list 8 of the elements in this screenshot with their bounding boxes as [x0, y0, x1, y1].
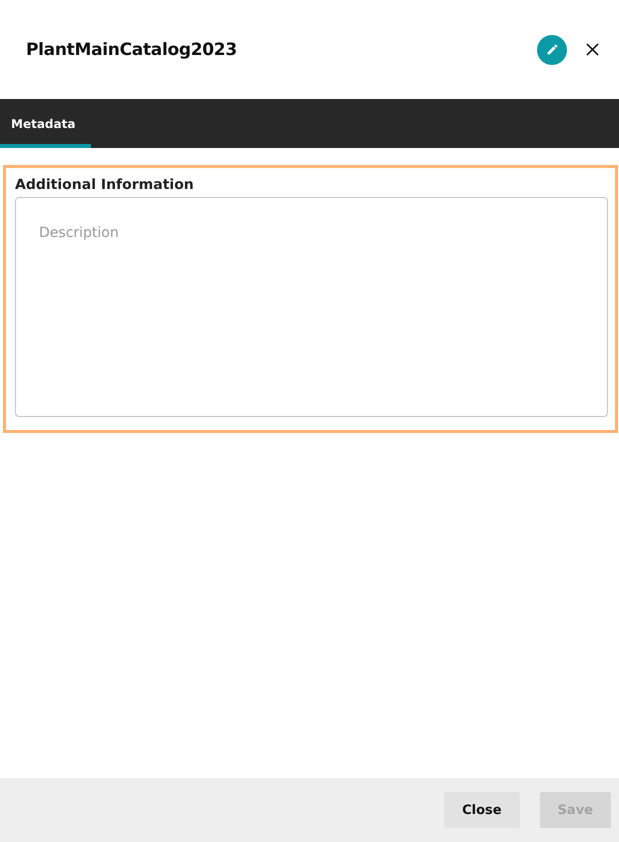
- edit-button[interactable]: [537, 34, 567, 64]
- tab[interactable]: Metadata: [0, 99, 91, 148]
- close-button[interactable]: Close: [444, 792, 520, 828]
- dialog-title: PlantMainCatalog2023: [26, 40, 238, 60]
- section-title: Additional Information: [15, 177, 195, 193]
- close-icon: [586, 43, 598, 56]
- description-field[interactable]: Description: [15, 197, 608, 417]
- pencil-icon: [546, 43, 558, 56]
